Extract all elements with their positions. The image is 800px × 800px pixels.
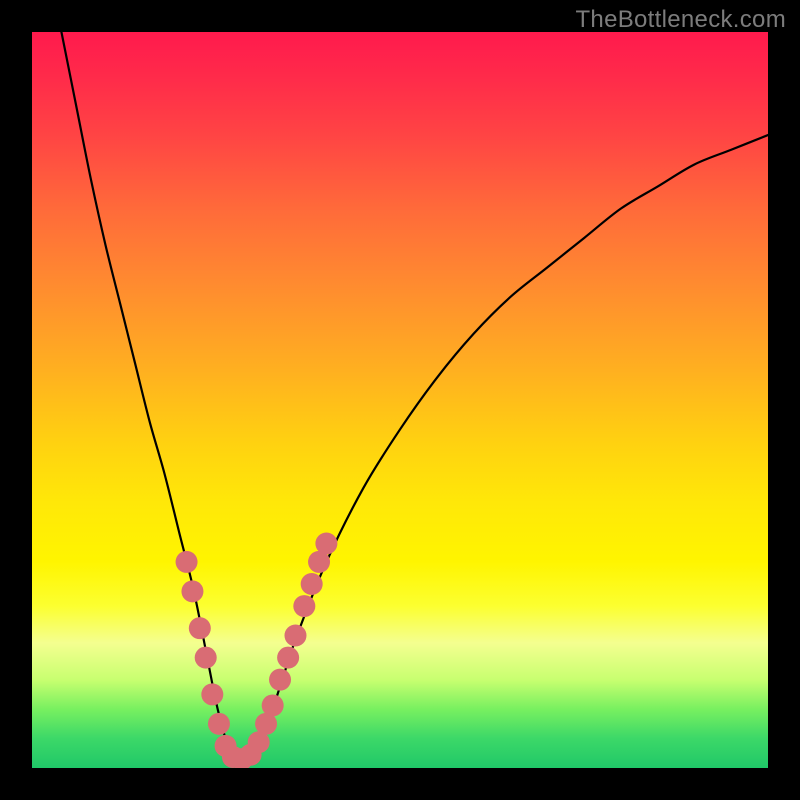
curve-marker xyxy=(181,580,203,602)
chart-frame: TheBottleneck.com xyxy=(0,0,800,800)
curve-marker xyxy=(301,573,323,595)
plot-area xyxy=(32,32,768,768)
curve-marker xyxy=(201,683,223,705)
curve-marker xyxy=(208,713,230,735)
curve-marker xyxy=(293,595,315,617)
curve-marker xyxy=(176,551,198,573)
bottleneck-curve xyxy=(61,32,768,762)
curve-marker xyxy=(195,647,217,669)
curve-markers xyxy=(176,533,338,768)
curve-marker xyxy=(262,694,284,716)
watermark-label: TheBottleneck.com xyxy=(575,6,786,34)
curve-marker xyxy=(277,647,299,669)
curve-marker xyxy=(269,669,291,691)
chart-svg xyxy=(32,32,768,768)
curve-marker xyxy=(315,533,337,555)
curve-marker xyxy=(284,625,306,647)
curve-marker xyxy=(189,617,211,639)
